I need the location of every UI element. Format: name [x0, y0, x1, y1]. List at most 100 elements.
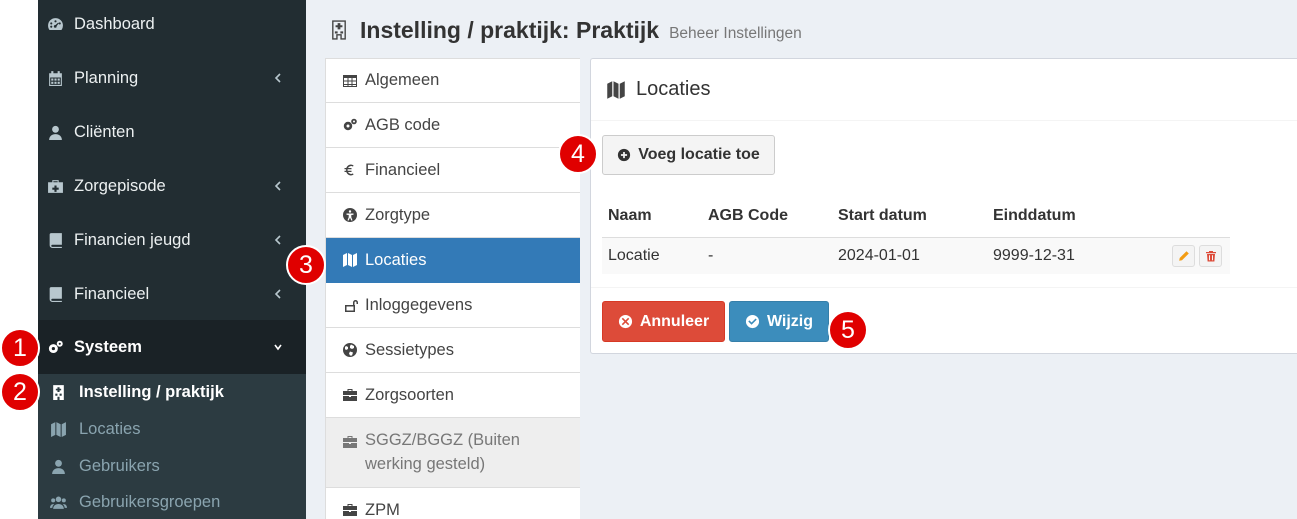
nav-item-agb-code[interactable]: AGB code — [326, 103, 580, 148]
chevron-left-icon — [272, 287, 284, 301]
hospital-icon — [50, 384, 67, 401]
sidebar-item-label: Systeem — [74, 337, 142, 356]
submenu-item-gebruikers[interactable]: Gebruikers — [38, 448, 306, 485]
sidebar-item-label: Financien jeugd — [74, 230, 191, 249]
cell-start-datum: 2024-01-01 — [838, 247, 920, 264]
save-button[interactable]: Wijzig — [729, 301, 829, 342]
users-icon — [50, 494, 67, 511]
submenu-item-gebruikersgroepen[interactable]: Gebruikersgroepen — [38, 484, 306, 519]
map-icon — [342, 252, 358, 268]
submenu-systeem: Instelling / praktijk Locaties Gebruiker… — [38, 374, 306, 519]
settings-nav: Algemeen AGB code Financieel Zorgtype Lo… — [325, 58, 580, 519]
sidebar-item-label: Financieel — [74, 284, 150, 303]
add-location-label: Voeg locatie toe — [638, 146, 760, 163]
trash-icon — [1205, 251, 1216, 262]
save-label: Wijzig — [766, 312, 814, 330]
nav-item-zorgtype[interactable]: Zorgtype — [326, 193, 580, 238]
dashboard-icon — [47, 16, 64, 33]
column-header-start-datum: Start datum — [838, 207, 927, 224]
cell-naam: Locatie — [608, 247, 660, 264]
nav-item-label: AGB code — [365, 115, 441, 134]
sidebar-item-label: Cliënten — [74, 122, 135, 141]
submenu-item-locaties[interactable]: Locaties — [38, 411, 306, 448]
page-header: Instelling / praktijk: Praktijk Beheer I… — [328, 14, 802, 46]
gears-icon — [47, 339, 64, 356]
nav-item-label: Financieel — [365, 160, 441, 179]
briefcase-icon — [342, 502, 358, 518]
book-icon — [47, 286, 64, 303]
submenu-item-label: Gebruikers — [79, 457, 160, 475]
pencil-icon — [1178, 251, 1189, 261]
submenu-item-label: Gebruikersgroepen — [79, 493, 221, 511]
nav-item-sessietypes[interactable]: Sessietypes — [326, 328, 580, 373]
unlock-icon — [342, 297, 358, 313]
box-title: Locaties — [636, 78, 711, 100]
nav-item-algemeen[interactable]: Algemeen — [326, 58, 580, 103]
chevron-down-icon — [272, 340, 284, 354]
user-icon — [50, 458, 67, 475]
edit-row-button[interactable] — [1172, 245, 1195, 267]
briefcase-icon — [342, 387, 358, 403]
nav-item-financieel[interactable]: Financieel — [326, 148, 580, 193]
sidebar-item-label: Zorgepisode — [74, 176, 166, 195]
step-marker-5: 5 — [828, 310, 868, 350]
cancel-button[interactable]: Annuleer — [602, 301, 725, 342]
nav-item-label: Algemeen — [365, 71, 440, 89]
submenu-item-instelling[interactable]: Instelling / praktijk — [38, 374, 306, 411]
page-subtitle: Beheer Instellingen — [669, 25, 802, 42]
chevron-left-icon — [272, 233, 284, 247]
nav-item-label: Zorgsoorten — [365, 385, 454, 404]
nav-item-label: Sessietypes — [365, 340, 454, 359]
nav-item-zpm[interactable]: ZPM — [326, 488, 580, 519]
sidebar-item-planning[interactable]: Planning — [38, 51, 306, 105]
book-icon — [47, 232, 64, 249]
sidebar-item-financieel[interactable]: Financieel — [38, 267, 306, 321]
plus-circle-icon — [617, 148, 631, 162]
sidebar-item-dashboard[interactable]: Dashboard — [38, 0, 306, 51]
cell-einddatum: 9999-12-31 — [993, 247, 1075, 264]
map-icon — [606, 80, 626, 100]
table-icon — [342, 73, 358, 89]
submenu-item-label: Locaties — [79, 420, 141, 438]
sidebar-item-zorgepisode[interactable]: Zorgepisode — [38, 159, 306, 213]
nav-item-label: ZPM — [365, 500, 400, 519]
medkit-icon — [47, 178, 64, 195]
step-marker-3: 3 — [286, 245, 326, 285]
chevron-left-icon — [272, 179, 284, 193]
box-footer-divider — [591, 287, 1297, 288]
app-root: Dashboard Planning Cliënten Zorgepisode … — [0, 0, 1297, 519]
sidebar-item-systeem[interactable]: Systeem — [38, 320, 306, 374]
check-circle-icon — [745, 314, 760, 329]
cancel-label: Annuleer — [639, 312, 710, 330]
gears-icon — [342, 117, 358, 133]
nav-item-inloggegevens[interactable]: Inloggegevens — [326, 283, 580, 328]
sidebar-item-label: Planning — [74, 68, 139, 87]
times-circle-icon — [618, 314, 633, 329]
step-marker-1: 1 — [0, 328, 40, 368]
sidebar-item-clienten[interactable]: Cliënten — [38, 105, 306, 159]
accessibility-icon — [342, 207, 358, 223]
column-header-agb-code: AGB Code — [708, 207, 788, 224]
euro-icon — [342, 162, 358, 178]
nav-item-locaties[interactable]: Locaties — [326, 238, 580, 283]
nav-item-label: Inloggegevens — [365, 295, 473, 314]
page-title: Instelling / praktijk: Praktijk — [360, 17, 660, 43]
sidebar-item-financien-jeugd[interactable]: Financien jeugd — [38, 213, 306, 267]
globe-icon — [342, 342, 358, 358]
nav-item-label: Zorgtype — [365, 205, 431, 224]
nav-item-label: Locaties — [365, 250, 427, 269]
map-icon — [50, 421, 67, 438]
nav-item-label: SGGZ/BGGZ (Buiten werking gesteld) — [365, 431, 520, 473]
submenu-item-label: Instelling / praktijk — [79, 383, 224, 401]
nav-item-sggz-bggz[interactable]: SGGZ/BGGZ (Buiten werking gesteld) — [326, 418, 580, 488]
box-header: Locaties — [591, 59, 1297, 121]
calendar-icon — [47, 70, 64, 87]
step-marker-2: 2 — [0, 372, 40, 412]
cell-agb-code: - — [708, 247, 714, 264]
sidebar-item-label: Dashboard — [74, 14, 155, 33]
add-location-button[interactable]: Voeg locatie toe — [602, 135, 775, 175]
column-header-einddatum: Einddatum — [993, 207, 1076, 224]
delete-row-button[interactable] — [1199, 245, 1222, 267]
chevron-left-icon — [272, 71, 284, 85]
nav-item-zorgsoorten[interactable]: Zorgsoorten — [326, 373, 580, 418]
